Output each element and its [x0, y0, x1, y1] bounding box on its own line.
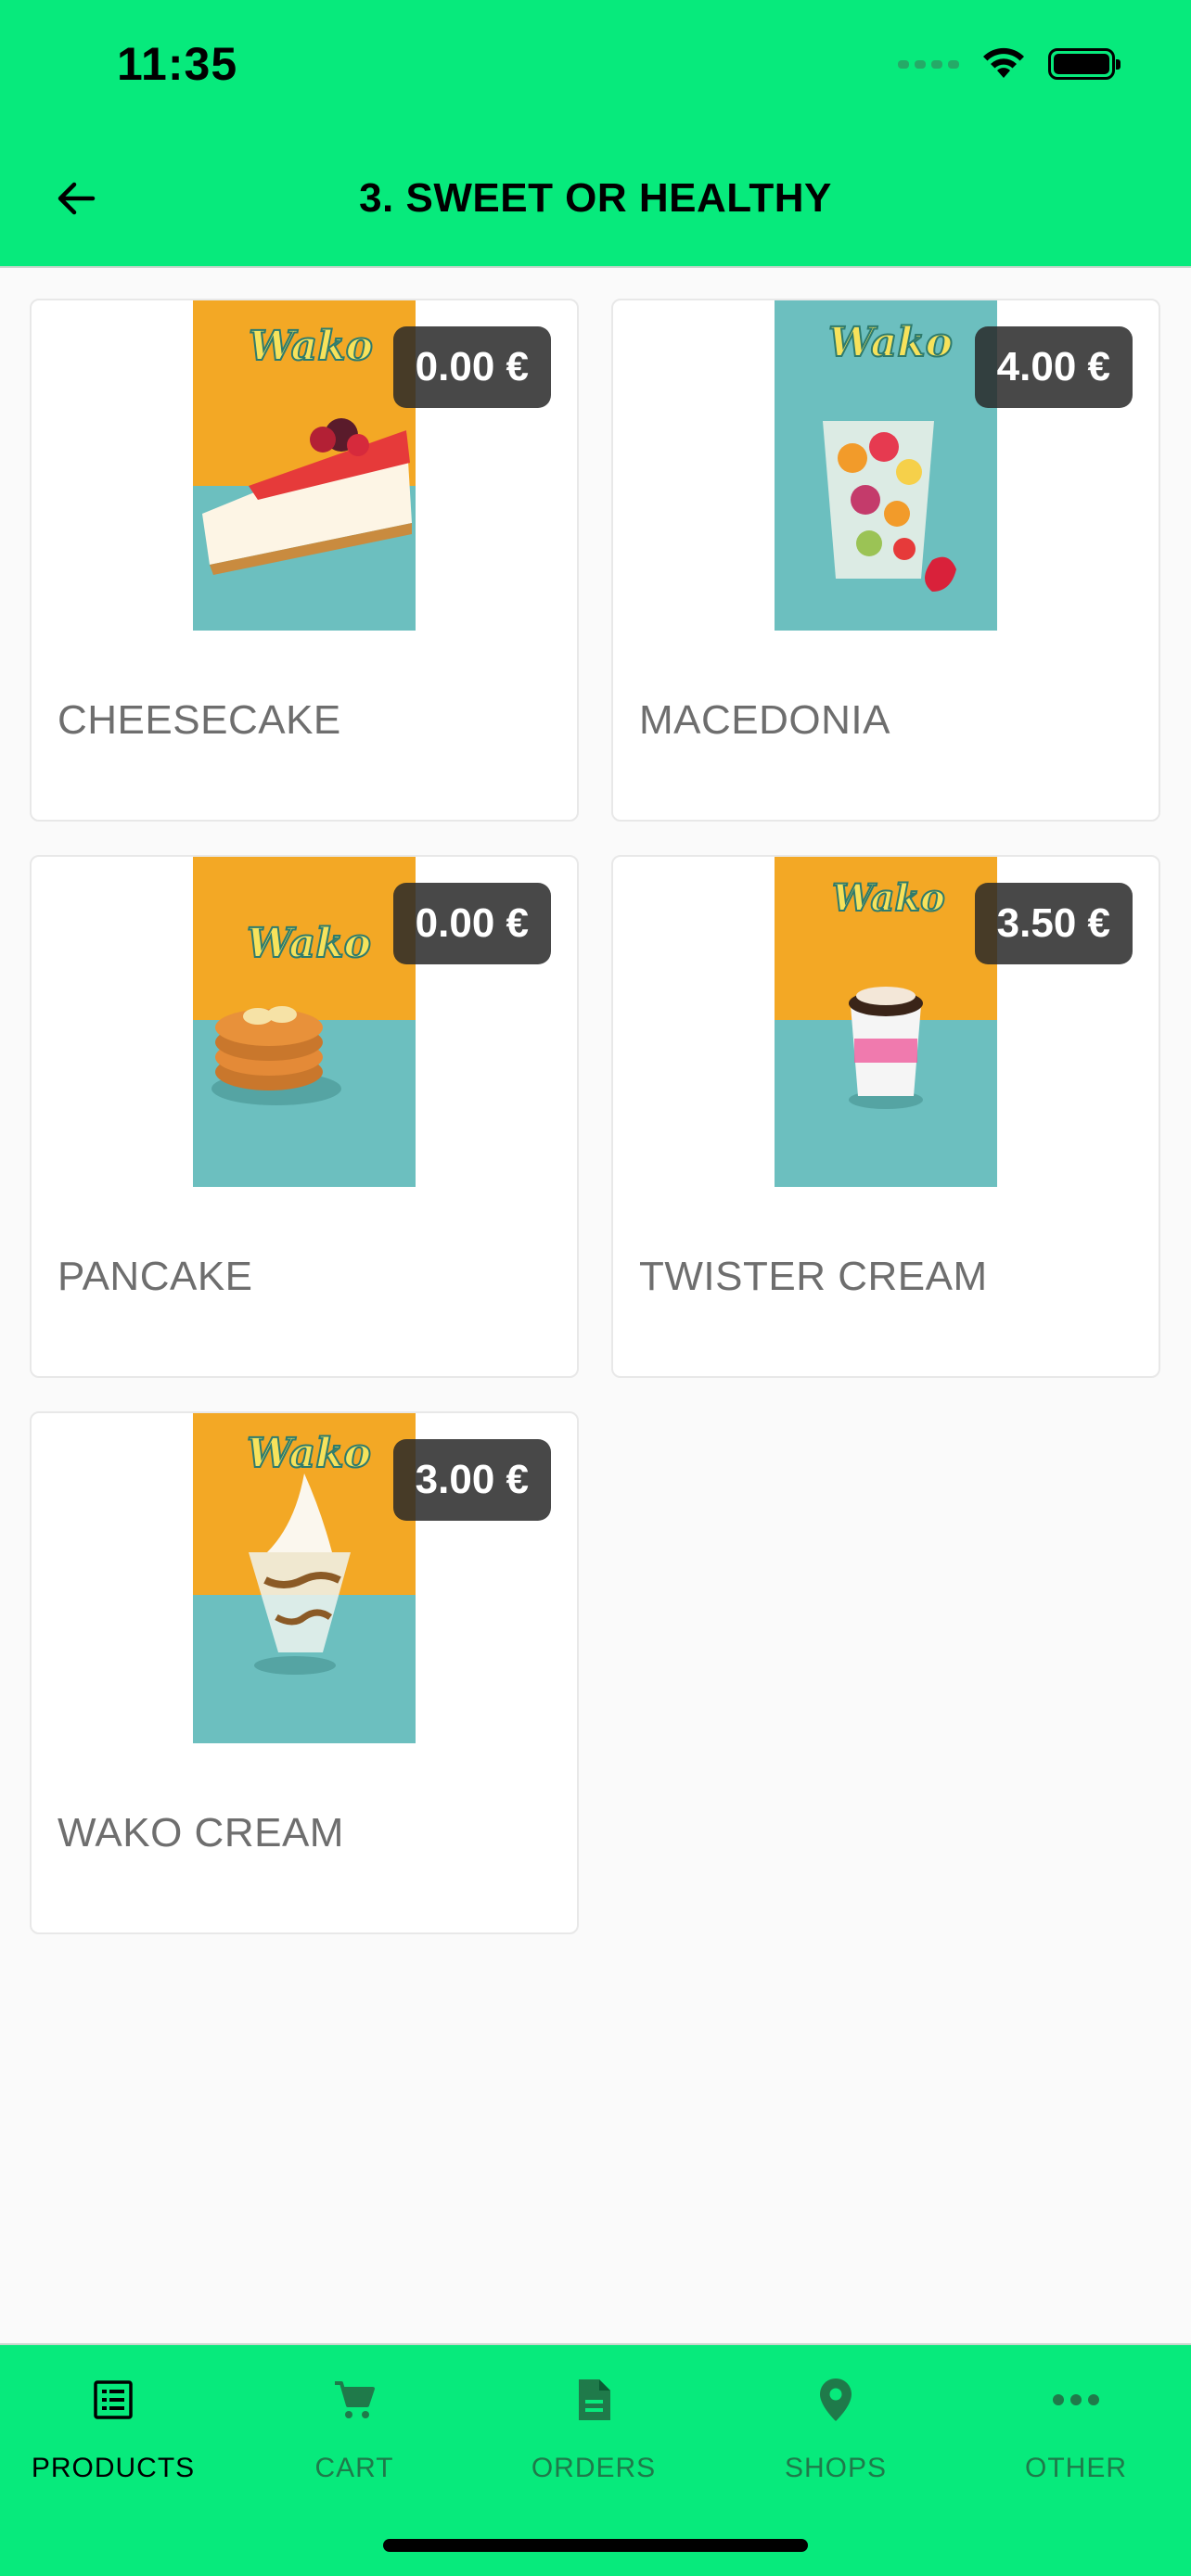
product-card-pancake[interactable]: Wako 0.00 € PANCAKE — [30, 855, 579, 1378]
product-card-twister-cream[interactable]: Wako 3.50 € TWISTER CREAM — [611, 855, 1160, 1378]
home-indicator — [383, 2539, 808, 2552]
battery-icon — [1048, 48, 1121, 80]
nav-item-shops[interactable]: SHOPS — [734, 2373, 938, 2484]
price-badge: 0.00 € — [392, 883, 551, 964]
svg-text:Wako: Wako — [247, 1430, 371, 1477]
product-name: PANCAKE — [58, 1254, 253, 1299]
price-badge: 3.00 € — [392, 1439, 551, 1521]
nav-label: OTHER — [1025, 2453, 1127, 2483]
product-name: TWISTER CREAM — [639, 1254, 988, 1299]
product-card-cheesecake[interactable]: Wako 0.00 € CHEESECAKE — [30, 299, 579, 822]
price-badge: 3.50 € — [974, 883, 1133, 964]
nav-item-products[interactable]: PRODUCTS — [11, 2373, 215, 2484]
nav-label: SHOPS — [784, 2453, 888, 2483]
product-card-wako-cream[interactable]: Wako 3.00 € WAKO CREAM — [30, 1411, 579, 1934]
product-name: MACEDONIA — [639, 697, 890, 743]
nav-label: CART — [314, 2453, 394, 2483]
product-image: Wako — [193, 857, 416, 1187]
more-horizontal-icon — [1053, 2394, 1099, 2405]
svg-text:Wako: Wako — [247, 920, 371, 967]
svg-text:Wako: Wako — [828, 319, 953, 366]
product-image: Wako — [193, 300, 416, 631]
nav-item-orders[interactable]: ORDERS — [492, 2373, 696, 2484]
product-image: Wako — [193, 1413, 416, 1743]
product-name: CHEESECAKE — [58, 697, 341, 743]
document-icon — [579, 2379, 610, 2420]
status-time: 11:35 — [117, 38, 238, 90]
location-pin-icon — [820, 2378, 852, 2421]
price-badge: 0.00 € — [392, 326, 551, 408]
nav-item-other[interactable]: OTHER — [974, 2373, 1178, 2484]
product-image: Wako — [775, 857, 997, 1187]
product-image: Wako — [775, 300, 997, 631]
cart-icon — [335, 2381, 375, 2418]
app-header: 11:35 3. SWEET OR HEALTHY — [0, 0, 1191, 268]
svg-text:Wako: Wako — [832, 876, 945, 920]
nav-item-cart[interactable]: CART — [252, 2373, 456, 2484]
list-icon — [94, 2380, 133, 2419]
svg-text:Wako: Wako — [249, 323, 373, 370]
status-icons — [898, 46, 1121, 82]
product-card-macedonia[interactable]: Wako 4.00 € MACEDONIA — [611, 299, 1160, 822]
page-title: 3. SWEET OR HEALTHY — [359, 175, 832, 221]
nav-label: PRODUCTS — [31, 2453, 196, 2483]
cellular-signal-icon — [898, 59, 959, 69]
nav-label: ORDERS — [531, 2453, 657, 2483]
price-badge: 4.00 € — [974, 326, 1133, 408]
wifi-icon — [983, 47, 1024, 78]
product-name: WAKO CREAM — [58, 1810, 344, 1855]
